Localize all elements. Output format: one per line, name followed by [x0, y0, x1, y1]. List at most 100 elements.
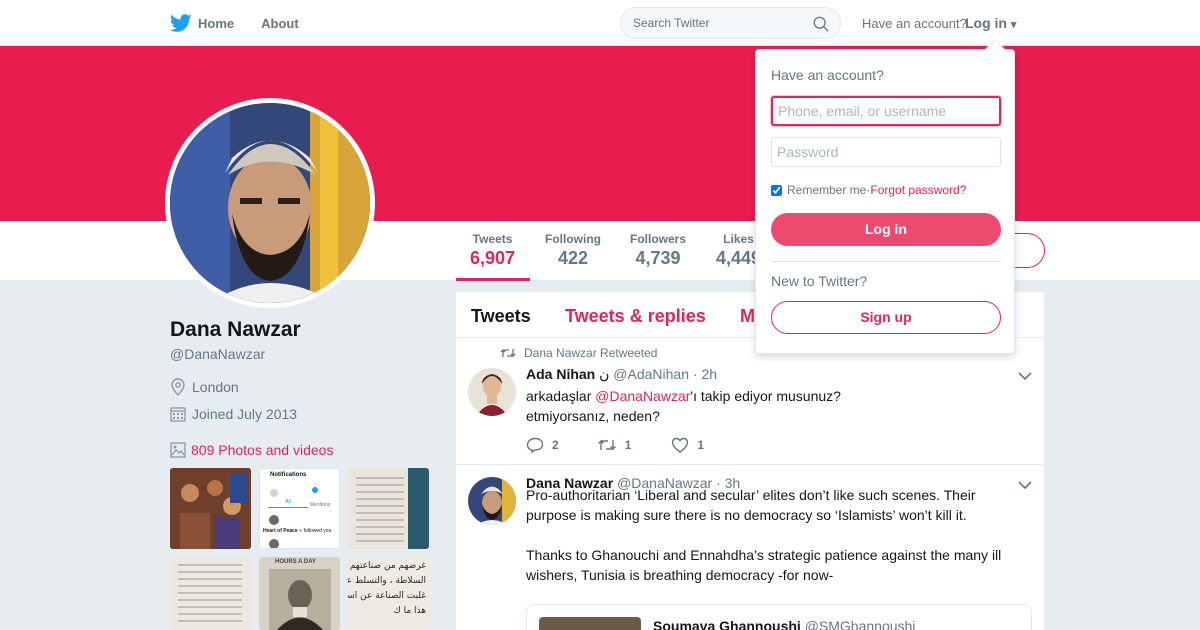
retweet-context: Dana Nawzar Retweeted — [500, 346, 657, 360]
thumb-arabic-line: غرضهم من صناعتهم الشر — [348, 561, 426, 571]
login-button[interactable]: Log in — [771, 213, 1001, 246]
chevron-down-icon[interactable] — [1018, 371, 1032, 381]
remember-me-row: Remember me · Forgot password? — [771, 183, 966, 197]
location-pin-icon — [171, 378, 185, 396]
tweet-header: Ada Nihan ن @AdaNihan · 2h — [526, 366, 717, 383]
location-text: London — [192, 379, 239, 395]
login-dropdown-toggle[interactable]: Log in ▾ — [965, 15, 1016, 31]
media-thumbnail[interactable] — [170, 468, 251, 549]
forgot-password-link[interactable]: Forgot password? — [870, 183, 966, 197]
tweet-text-part: arkadaşlar — [526, 388, 596, 404]
thumb-tab-all: All — [285, 499, 291, 505]
avatar-photo — [468, 368, 516, 416]
tweet-author-name-suffix: ن — [599, 366, 610, 382]
top-navigation-bar: Home About Search Twitter Have an accoun… — [0, 0, 1200, 46]
signup-button[interactable]: Sign up — [771, 301, 1001, 334]
calendar-icon — [170, 407, 186, 422]
media-thumbnail[interactable] — [348, 468, 429, 549]
stat-following[interactable]: Following 422 — [545, 232, 601, 269]
active-stat-underline — [456, 278, 530, 281]
thumbnail-portrait — [269, 569, 331, 630]
username-field[interactable] — [771, 96, 1001, 126]
media-thumbnail[interactable]: Notifications All Mentions Heart of Peac… — [259, 468, 340, 549]
login-dropdown: Have an account? Remember me · Forgot pa… — [755, 39, 1015, 354]
about-link[interactable]: About — [261, 16, 299, 31]
home-link[interactable]: Home — [198, 16, 234, 31]
retweet-icon — [500, 349, 516, 357]
profile-handle[interactable]: @DanaNawzar — [170, 346, 265, 362]
thumb-row-name: Heart of Peace — [263, 528, 298, 534]
stat-label: Following — [545, 232, 601, 246]
remember-me-checkbox[interactable] — [771, 184, 782, 196]
tweet-paragraph: Pro-authoritarian ‘Liberal and secular’ … — [526, 487, 976, 523]
like-button[interactable]: 1 — [671, 437, 704, 453]
stat-followers[interactable]: Followers 4,739 — [630, 232, 686, 269]
tweet-author-name[interactable]: Ada Nihan — [526, 366, 595, 382]
search-input[interactable]: Search Twitter — [620, 7, 841, 39]
photos-count-label: 809 Photos and videos — [191, 442, 334, 458]
tweet-author-handle[interactable]: @AdaNihan — [613, 366, 689, 382]
tweet-author-avatar[interactable] — [468, 368, 516, 416]
tweet-timestamp[interactable]: · 2h — [693, 366, 717, 382]
quoted-tweet[interactable]: Soumaya Ghannoushi @SMGhannoushi — [526, 604, 1032, 630]
stat-value: 4,739 — [635, 248, 681, 268]
thumb-book-title: HOURS A DAY — [275, 559, 317, 565]
new-to-twitter-text: New to Twitter? — [771, 273, 868, 289]
profile-joined: Joined July 2013 — [170, 406, 297, 422]
password-field[interactable] — [771, 137, 1001, 167]
tweet-author-avatar[interactable] — [468, 477, 516, 525]
tweet[interactable]: Dana Nawzar @DanaNawzar · 3h Pro-authori… — [456, 465, 1044, 630]
media-thumbnail[interactable]: غرضهم من صناعتهم الشر السلاطة ، والتسلط … — [348, 557, 429, 630]
profile-avatar[interactable] — [165, 98, 375, 308]
heart-icon — [672, 437, 689, 453]
tab-tweets[interactable]: Tweets — [471, 306, 531, 327]
divider — [771, 261, 1001, 262]
stat-value: 422 — [557, 248, 589, 268]
search-icon[interactable] — [812, 15, 830, 33]
media-thumbnail[interactable] — [170, 557, 251, 630]
have-account-text: Have an account? — [862, 16, 967, 31]
tweet-text-part: etmiyorsanız, neden? — [526, 408, 660, 424]
reply-button[interactable]: 2 — [526, 437, 559, 453]
tweet-paragraph: Thanks to Ghanouchi and Ennahdha’s strat… — [526, 547, 1002, 583]
thumb-arabic-line: السلاطة ، والتسلط على — [348, 576, 426, 586]
remember-me-label[interactable]: Remember me — [787, 183, 866, 197]
chevron-down-icon[interactable] — [1018, 480, 1032, 490]
login-toggle-label: Log in — [965, 15, 1007, 31]
tweet-actions: 2 1 1 — [526, 437, 728, 453]
retweet-count: 1 — [624, 438, 632, 452]
retweeted-by-text: Dana Nawzar Retweeted — [524, 346, 658, 360]
joined-text: Joined July 2013 — [192, 406, 298, 422]
reply-count: 2 — [552, 438, 559, 452]
stat-value: 6,907 — [470, 248, 516, 268]
media-thumbnail[interactable]: HOURS A DAY — [259, 557, 340, 630]
thumb-notifications-title: Notifications — [270, 472, 307, 478]
tweet[interactable]: Dana Nawzar Retweeted Ada Nihan ن @AdaNi… — [456, 338, 1044, 465]
thumbnail-painting — [170, 468, 251, 549]
tweet-text-part: 'ı takip ediyor musunuz? — [690, 388, 841, 404]
image-icon — [170, 442, 186, 458]
photos-and-videos-link[interactable]: 809 Photos and videos — [170, 442, 333, 458]
quoted-author-name: Soumaya Ghannoushi — [653, 618, 801, 630]
thumb-tab-mentions: Mentions — [310, 502, 331, 508]
thumb-avatar — [269, 539, 279, 548]
avatar-photo — [468, 477, 516, 525]
retweet-button[interactable]: 1 — [597, 438, 632, 452]
like-count: 1 — [697, 438, 705, 452]
thumb-arabic-line: هذا ما ك — [393, 606, 426, 616]
quoted-tweet-image — [539, 617, 641, 630]
profile-location: London — [170, 378, 239, 396]
tab-tweets-and-replies[interactable]: Tweets & replies — [565, 306, 706, 327]
avatar-photo — [170, 103, 370, 303]
twitter-bird-logo-icon[interactable] — [170, 12, 192, 34]
login-dropdown-title: Have an account? — [771, 67, 884, 83]
thumb-avatar — [269, 515, 279, 525]
stat-label: Tweets — [472, 232, 513, 246]
stat-tweets[interactable]: Tweets 6,907 — [470, 232, 515, 269]
chevron-down-icon: ▾ — [1010, 19, 1017, 31]
stat-label: Followers — [630, 232, 687, 246]
profile-name[interactable]: Dana Nawzar — [170, 318, 301, 342]
reply-icon — [526, 437, 544, 453]
thumb-row-action: followed you — [303, 528, 332, 534]
mention-link[interactable]: @DanaNawzar — [595, 388, 690, 404]
